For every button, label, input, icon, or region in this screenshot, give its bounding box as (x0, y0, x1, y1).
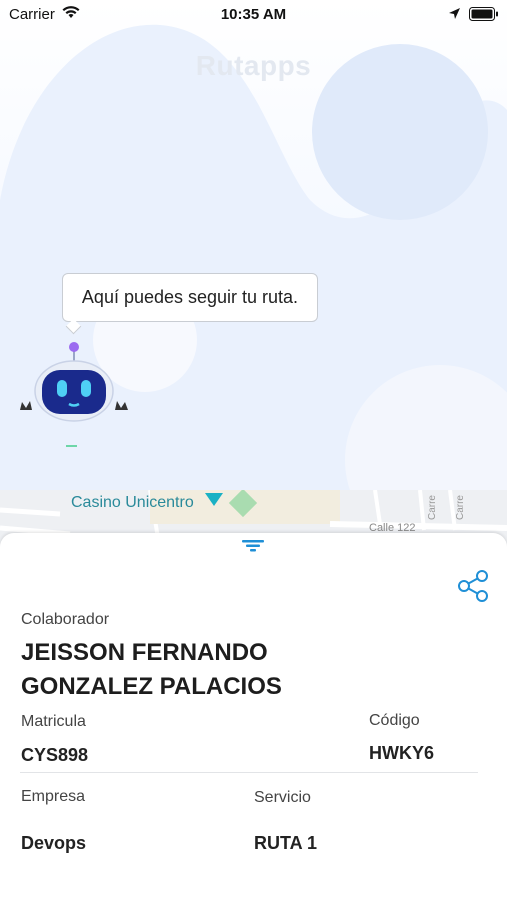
map-place-label: Casino Unicentro (71, 494, 194, 511)
drag-handle-icon[interactable] (242, 538, 266, 557)
assistant-speech-bubble: Aquí puedes seguir tu ruta. (62, 273, 318, 322)
divider (20, 772, 478, 773)
company-value: Devops (21, 833, 87, 853)
collaborator-name-line2: GONZALEZ PALACIOS (21, 673, 282, 700)
battery-icon (469, 7, 499, 26)
clock-label: 10:35 AM (220, 6, 287, 23)
collaborator-name-line1: JEISSON FERNANDO (21, 639, 268, 666)
collaborator-name: JEISSON FERNANDO GONZALEZ PALACIOS (21, 636, 481, 704)
route-details-sheet: Colaborador JEISSON FERNANDO GONZALEZ PA… (0, 533, 507, 900)
map-street-label-2: Carre (427, 494, 439, 521)
company-label: Empresa (21, 788, 86, 805)
robot-mascot-icon (16, 340, 132, 457)
code-value: HWKY6 (369, 743, 435, 763)
plate-label: Matricula (21, 713, 86, 730)
app-logo: Rutapps (195, 50, 312, 81)
share-icon[interactable] (456, 569, 490, 608)
status-bar: Carrier 10:35 AM (0, 0, 507, 30)
service-label: Servicio (254, 789, 311, 806)
code-label: Código (369, 712, 420, 729)
collaborator-label: Colaborador (21, 611, 110, 628)
map-street-label-3: Carre (455, 494, 467, 521)
location-arrow-icon (448, 7, 461, 25)
service-value: RUTA 1 (254, 833, 317, 853)
plate-value: CYS898 (21, 745, 89, 765)
